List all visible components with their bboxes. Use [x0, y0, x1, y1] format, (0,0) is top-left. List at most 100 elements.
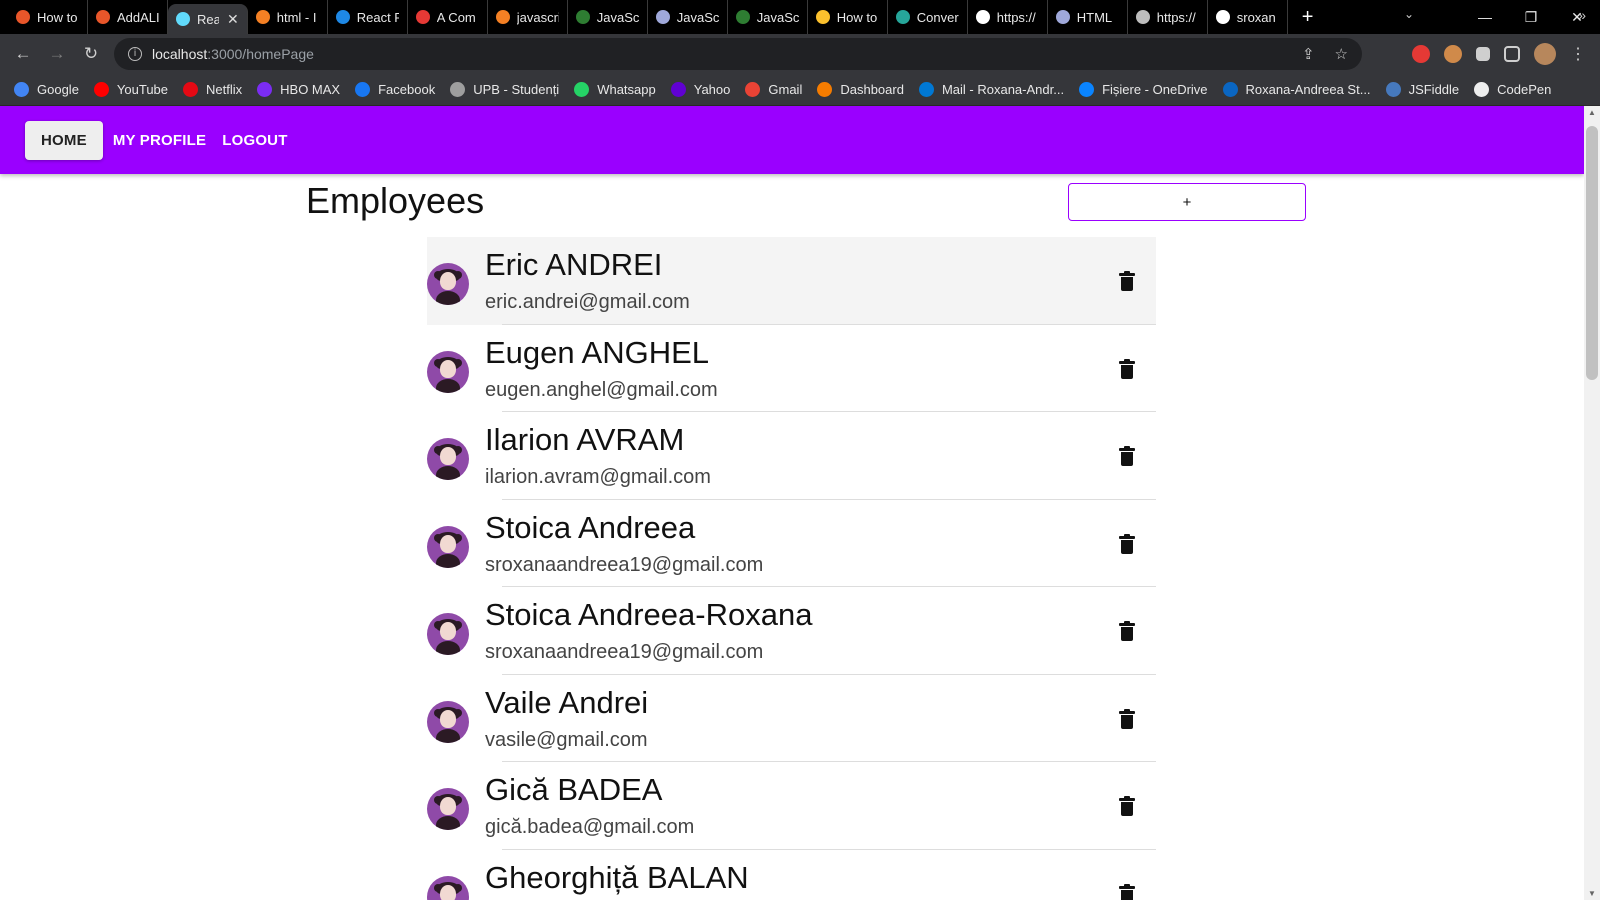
browser-tab[interactable]: JavaScr: [728, 0, 808, 34]
new-tab-button[interactable]: +: [1302, 6, 1314, 29]
extensions-area: ⋮: [1412, 34, 1600, 74]
employee-name: Ilarion AVRAM: [485, 422, 685, 457]
restore-icon[interactable]: ❐: [1508, 9, 1554, 26]
employee-email: sroxanaandreea19@gmail.com: [485, 641, 764, 663]
bookmark-item[interactable]: YouTube: [93, 82, 168, 97]
bookmark-item[interactable]: CodePen: [1474, 82, 1551, 97]
employee-row[interactable]: Gheorghiță BALAN: [427, 850, 1156, 900]
employee-avatar: [427, 788, 469, 830]
bookmark-item[interactable]: Dashboard: [817, 82, 904, 97]
bookmark-item[interactable]: Yahoo: [670, 82, 730, 97]
adblock-extension-icon[interactable]: [1412, 45, 1430, 63]
browser-tab[interactable]: html - I: [248, 0, 328, 34]
employee-row[interactable]: Eugen ANGHEL eugen.anghel@gmail.com: [427, 325, 1156, 412]
add-employee-button[interactable]: +: [1068, 183, 1306, 221]
bookmark-item[interactable]: JSFiddle: [1385, 82, 1459, 97]
browser-tab[interactable]: AddALI: [88, 0, 168, 34]
share-icon[interactable]: ⇪: [1302, 45, 1315, 63]
url-host: localhost: [152, 46, 208, 62]
browser-tab[interactable]: https://: [968, 0, 1048, 34]
tab-favicon-icon: [895, 10, 910, 24]
delete-trash-icon[interactable]: [1119, 446, 1135, 466]
employee-email: eric.andrei@gmail.com: [485, 291, 690, 313]
employee-avatar: [427, 613, 469, 655]
tab-favicon-icon: [735, 10, 750, 24]
delete-trash-icon[interactable]: [1119, 621, 1135, 641]
scroll-up-icon[interactable]: ▲: [1588, 108, 1596, 117]
bookmark-item[interactable]: Fișiere - OneDrive: [1079, 82, 1208, 97]
bookmark-item[interactable]: Netflix: [183, 82, 242, 97]
profile-avatar-icon[interactable]: [1534, 43, 1556, 65]
tab-title: JavaScr: [676, 9, 719, 25]
bookmark-star-icon[interactable]: ☆: [1335, 45, 1348, 63]
tab-favicon-icon: [16, 10, 30, 24]
bookmark-favicon-icon: [450, 82, 466, 97]
minimize-icon[interactable]: —: [1462, 9, 1508, 25]
nav-logout-link[interactable]: LOGOUT: [214, 122, 295, 159]
browser-tab[interactable]: https://: [1128, 0, 1208, 34]
browser-toolbar: ← → ↻ i localhost:3000/homePage ⇪ ☆ ⋮: [0, 34, 1600, 74]
reload-icon[interactable]: ↻: [74, 44, 108, 64]
kebab-menu-icon[interactable]: ⋮: [1570, 44, 1586, 64]
delete-trash-icon[interactable]: [1119, 533, 1135, 554]
bookmark-item[interactable]: Google: [14, 82, 79, 97]
tab-search-icon[interactable]: ⌄: [1404, 7, 1414, 21]
browser-tab[interactable]: HTML: [1048, 0, 1128, 34]
avatar-face: [440, 359, 456, 378]
omnibox-actions: ⇪ ☆: [1302, 45, 1348, 63]
employee-row[interactable]: Ilarion AVRAM ilarion.avram@gmail.com: [427, 412, 1156, 500]
forward-icon[interactable]: →: [40, 44, 74, 64]
scrollbar-thumb[interactable]: [1586, 126, 1598, 380]
nav-home-link[interactable]: HOME: [25, 120, 103, 160]
delete-trash-icon[interactable]: [1119, 796, 1135, 816]
employee-avatar: [427, 263, 469, 305]
browser-tab[interactable]: sroxan: [1208, 0, 1288, 34]
back-icon[interactable]: ←: [6, 44, 40, 64]
cookie-extension-icon[interactable]: [1444, 45, 1462, 63]
puzzle-extensions-icon[interactable]: [1476, 47, 1490, 61]
nav-my-profile-link[interactable]: MY PROFILE: [105, 122, 214, 159]
address-bar[interactable]: i localhost:3000/homePage ⇪ ☆: [114, 38, 1362, 70]
bookmark-label: Google: [37, 82, 79, 97]
bookmark-item[interactable]: Facebook: [355, 82, 435, 97]
browser-tab[interactable]: JavaScr: [568, 0, 648, 34]
close-window-icon[interactable]: ✕: [1554, 9, 1600, 26]
bookmark-item[interactable]: UPB - Studenți: [450, 82, 559, 97]
employee-list: Eric ANDREI eric.andrei@gmail.com Eugen AN…: [427, 237, 1156, 900]
avatar-face: [440, 797, 456, 815]
employee-email: ilarion.avram@gmail.com: [485, 466, 711, 488]
employee-avatar: [427, 875, 469, 900]
delete-trash-icon[interactable]: [1119, 883, 1135, 900]
bookmark-item[interactable]: Mail - Roxana-Andr...: [918, 82, 1065, 97]
browser-tab[interactable]: A Com: [408, 0, 488, 34]
browser-tab[interactable]: How to: [808, 0, 888, 34]
avatar-body: [436, 641, 460, 655]
browser-tab[interactable]: React P: [328, 0, 408, 34]
site-info-icon[interactable]: i: [128, 47, 142, 61]
browser-tab[interactable]: How to: [8, 0, 88, 34]
browser-tab[interactable]: JavaScr: [648, 0, 728, 34]
browser-tab[interactable]: javascri: [488, 0, 568, 34]
browser-tab[interactable]: Rea ✕: [168, 4, 248, 34]
bookmark-label: Mail - Roxana-Andr...: [941, 82, 1065, 97]
employee-row[interactable]: Eric ANDREI eric.andrei@gmail.com: [427, 237, 1156, 325]
employee-row[interactable]: Stoica Andreea sroxanaandreea19@gmail.com: [427, 500, 1156, 587]
scroll-down-icon[interactable]: ▼: [1588, 889, 1596, 898]
page-scrollbar[interactable]: ▲ ▼: [1584, 106, 1600, 900]
delete-trash-icon[interactable]: [1119, 358, 1135, 379]
side-panel-icon[interactable]: [1504, 46, 1520, 62]
bookmark-item[interactable]: HBO MAX: [257, 82, 340, 97]
bookmark-item[interactable]: Whatsapp: [574, 82, 656, 97]
bookmark-item[interactable]: Roxana-Andreea St...: [1222, 82, 1371, 97]
employee-row[interactable]: Stoica Andreea-Roxana sroxanaandreea19@gm…: [427, 587, 1156, 675]
delete-trash-icon[interactable]: [1119, 708, 1135, 729]
tab-title: https://: [1156, 9, 1196, 25]
bookmark-favicon-icon: [183, 82, 199, 97]
browser-tab[interactable]: Conver: [888, 0, 968, 34]
bookmarks-overflow-icon[interactable]: »: [1578, 7, 1586, 23]
delete-trash-icon[interactable]: [1119, 271, 1135, 291]
employee-row[interactable]: Gică BADEA gică.badea@gmail.com: [427, 762, 1156, 850]
bookmark-item[interactable]: Gmail: [745, 82, 802, 97]
employee-row[interactable]: Vaile Andrei vasile@gmail.com: [427, 675, 1156, 762]
close-tab-icon[interactable]: ✕: [227, 11, 239, 28]
